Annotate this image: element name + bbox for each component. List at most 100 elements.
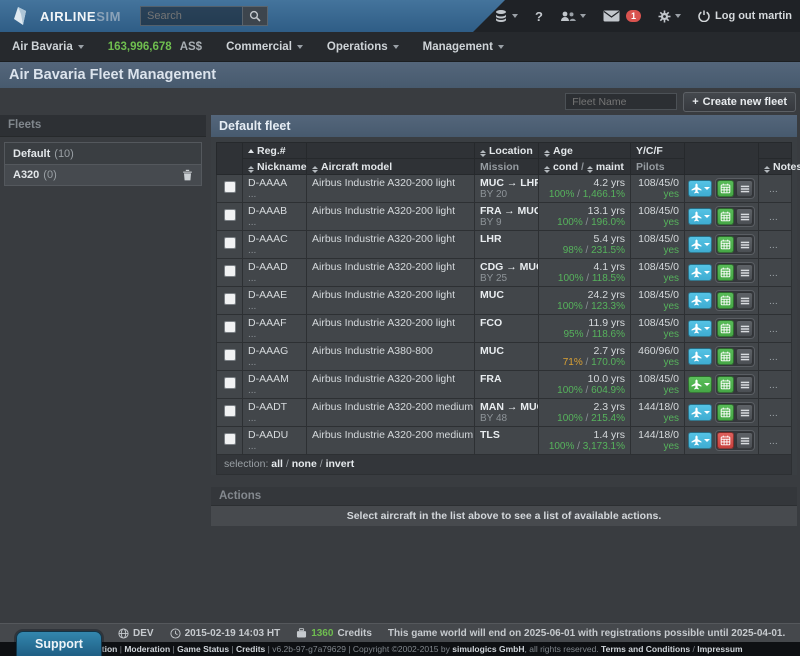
credits-indicator[interactable]: 1360 Credits: [296, 628, 372, 639]
notes-value[interactable]: ...: [769, 267, 778, 279]
details-button[interactable]: [736, 208, 753, 225]
row-checkbox[interactable]: [224, 321, 236, 333]
notes-value[interactable]: ...: [769, 379, 778, 391]
nav-operations-menu[interactable]: Operations: [327, 41, 399, 53]
schedule-button[interactable]: [717, 180, 734, 197]
notes-value[interactable]: ...: [769, 211, 778, 223]
row-checkbox[interactable]: [224, 405, 236, 417]
aircraft-menu-button[interactable]: [688, 432, 712, 449]
aircraft-menu-button[interactable]: [688, 292, 712, 309]
details-button[interactable]: [736, 348, 753, 365]
registration[interactable]: D-AAAC: [248, 233, 301, 245]
logout-button[interactable]: Log out martin: [698, 10, 792, 22]
registration[interactable]: D-AAAG: [248, 345, 301, 357]
aircraft-model: Airbus Industrie A320-200 light: [312, 205, 469, 217]
notes-value[interactable]: ...: [769, 295, 778, 307]
aircraft-menu-button[interactable]: [688, 404, 712, 421]
schedule-button[interactable]: [717, 208, 734, 225]
details-button[interactable]: [736, 236, 753, 253]
footer-link[interactable]: Moderation: [124, 644, 170, 654]
sort-age-header[interactable]: Age: [539, 143, 631, 159]
selection-all-link[interactable]: all: [271, 458, 283, 470]
aircraft-menu-button[interactable]: [688, 376, 712, 393]
notes-value[interactable]: ...: [769, 407, 778, 419]
selection-invert-link[interactable]: invert: [326, 458, 355, 470]
help-button[interactable]: ?: [535, 9, 543, 24]
details-button[interactable]: [736, 432, 753, 449]
schedule-button[interactable]: [717, 404, 734, 421]
sort-cond-maint-header[interactable]: cond / maint: [539, 159, 631, 175]
footer-link[interactable]: Game Status: [177, 644, 229, 654]
registration[interactable]: D-AAAF: [248, 317, 301, 329]
logo[interactable]: AIRLINESIM: [10, 0, 121, 32]
aircraft-menu-button[interactable]: [688, 348, 712, 365]
table-row: D-AAAG... Airbus Industrie A380-800 MUC …: [217, 343, 792, 371]
registration[interactable]: D-AADT: [248, 401, 301, 413]
footer-link[interactable]: Impressum: [697, 644, 742, 654]
footer-link[interactable]: Terms and Conditions: [601, 644, 690, 654]
schedule-button[interactable]: [717, 320, 734, 337]
worlds-menu[interactable]: [494, 9, 518, 23]
schedule-button[interactable]: [717, 348, 734, 365]
footer-link[interactable]: simulogics GmbH: [452, 644, 524, 654]
registration[interactable]: D-AAAA: [248, 177, 301, 189]
registration[interactable]: D-AADU: [248, 429, 301, 441]
row-checkbox[interactable]: [224, 265, 236, 277]
notes-value[interactable]: ...: [769, 435, 778, 447]
pilots-status: yes: [636, 217, 679, 228]
registration[interactable]: D-AAAM: [248, 373, 301, 385]
sort-notes-header[interactable]: Notes: [759, 159, 792, 175]
aircraft-menu-button[interactable]: [688, 180, 712, 197]
details-button[interactable]: [736, 180, 753, 197]
registration[interactable]: D-AAAE: [248, 289, 301, 301]
messages-button[interactable]: 1: [603, 10, 641, 22]
row-checkbox[interactable]: [224, 209, 236, 221]
aircraft-menu-button[interactable]: [688, 320, 712, 337]
notes-value[interactable]: ...: [769, 323, 778, 335]
sort-location-header[interactable]: Location: [475, 143, 539, 159]
schedule-button[interactable]: [717, 264, 734, 281]
notes-value[interactable]: ...: [769, 351, 778, 363]
support-tab[interactable]: Support: [16, 631, 102, 656]
row-checkbox[interactable]: [224, 237, 236, 249]
schedule-button[interactable]: [717, 236, 734, 253]
registration[interactable]: D-AAAB: [248, 205, 301, 217]
fleet-list-item[interactable]: A320(0): [5, 164, 201, 185]
schedule-button[interactable]: [717, 292, 734, 309]
nav-airline-menu[interactable]: Air Bavaria: [12, 41, 84, 53]
delete-fleet-icon[interactable]: [182, 169, 193, 181]
row-checkbox[interactable]: [224, 181, 236, 193]
aircraft-menu-button[interactable]: [688, 264, 712, 281]
selection-none-link[interactable]: none: [292, 458, 317, 470]
details-button[interactable]: [736, 404, 753, 421]
settings-menu[interactable]: [658, 10, 681, 23]
row-checkbox[interactable]: [224, 433, 236, 445]
create-fleet-button[interactable]: + Create new fleet: [683, 92, 796, 112]
schedule-button[interactable]: [717, 432, 734, 449]
details-button[interactable]: [736, 264, 753, 281]
details-button[interactable]: [736, 320, 753, 337]
sort-reg-header[interactable]: Reg.#: [243, 143, 307, 159]
sort-model-header[interactable]: Aircraft model: [307, 159, 475, 175]
fleet-list-item[interactable]: Default(10): [5, 143, 201, 164]
schedule-button[interactable]: [717, 376, 734, 393]
row-checkbox[interactable]: [224, 293, 236, 305]
notes-value[interactable]: ...: [769, 183, 778, 195]
details-button[interactable]: [736, 376, 753, 393]
details-button[interactable]: [736, 292, 753, 309]
nav-management-menu[interactable]: Management: [423, 41, 504, 53]
aircraft-menu-button[interactable]: [688, 208, 712, 225]
sort-nickname-header[interactable]: Nickname: [243, 159, 307, 175]
community-menu[interactable]: [560, 10, 586, 23]
row-checkbox[interactable]: [224, 349, 236, 361]
row-checkbox[interactable]: [224, 377, 236, 389]
search-input[interactable]: [140, 6, 242, 26]
fleet-name-input[interactable]: [565, 93, 677, 110]
aircraft-menu-button[interactable]: [688, 236, 712, 253]
footer-link[interactable]: Credits: [236, 644, 265, 654]
aircraft-icon: [691, 379, 702, 390]
notes-value[interactable]: ...: [769, 239, 778, 251]
search-button[interactable]: [242, 6, 268, 26]
registration[interactable]: D-AAAD: [248, 261, 301, 273]
nav-commercial-menu[interactable]: Commercial: [226, 41, 303, 53]
